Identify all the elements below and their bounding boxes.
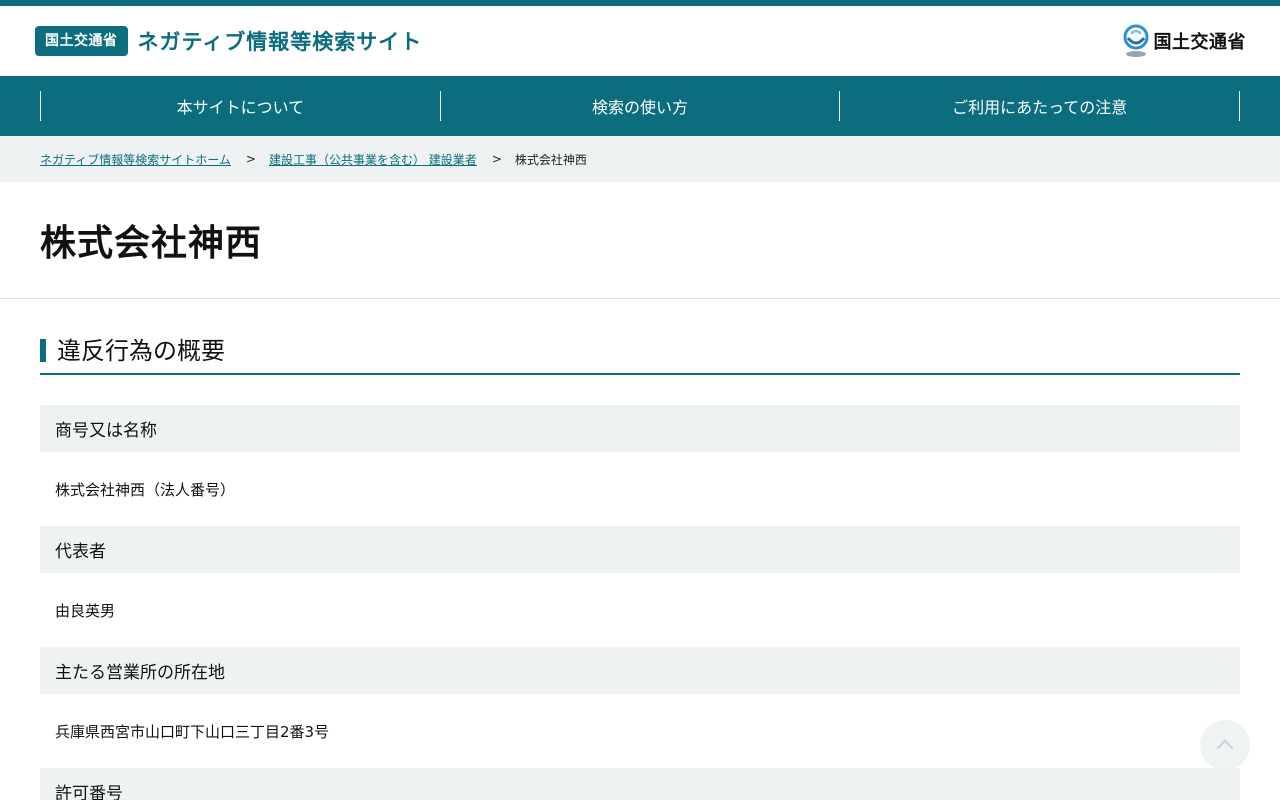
nav-item-how-to-search[interactable]: 検索の使い方 bbox=[439, 91, 840, 121]
info-label-representative: 代表者 bbox=[40, 526, 1240, 573]
info-value-representative: 由良英男 bbox=[55, 601, 116, 620]
ministry-badge: 国土交通省 bbox=[35, 26, 128, 56]
site-header: 国土交通省 ネガティブ情報等検索サイト 国土交通省 bbox=[0, 6, 1280, 76]
site-logo-link[interactable]: 国土交通省 ネガティブ情報等検索サイト bbox=[35, 26, 422, 56]
breadcrumb-current: 株式会社神西 bbox=[514, 152, 587, 167]
nav-item-about[interactable]: 本サイトについて bbox=[40, 91, 440, 121]
site-title: ネガティブ情報等検索サイト bbox=[137, 30, 423, 54]
breadcrumb-home-link[interactable]: ネガティブ情報等検索サイトホーム bbox=[40, 151, 231, 168]
info-list: 商号又は名称 株式会社神西（法人番号） 代表者 由良英男 主たる営業所の所在地 … bbox=[40, 405, 1240, 800]
info-label-main-office: 主たる営業所の所在地 bbox=[40, 647, 1240, 694]
section-heading: 違反行為の概要 bbox=[40, 338, 1240, 375]
info-label-company-name: 商号又は名称 bbox=[40, 405, 1240, 452]
global-nav: 本サイトについて 検索の使い方 ご利用にあたっての注意 bbox=[0, 76, 1280, 136]
breadcrumb-separator: > bbox=[491, 152, 502, 166]
mlit-emblem-icon bbox=[1123, 24, 1148, 57]
violation-summary-section: 違反行為の概要 商号又は名称 株式会社神西（法人番号） 代表者 由良英男 主たる… bbox=[0, 299, 1280, 800]
breadcrumb: ネガティブ情報等検索サイトホーム > 建設工事（公共事業を含む） 建設業者 > … bbox=[0, 136, 1280, 182]
mlit-logo-link[interactable]: 国土交通省 bbox=[1122, 24, 1247, 58]
chevron-up-icon bbox=[1216, 739, 1234, 757]
page-title: 株式会社神西 bbox=[40, 223, 263, 264]
info-value-company-name: 株式会社神西（法人番号） bbox=[55, 480, 236, 499]
info-value-main-office: 兵庫県西宮市山口町下山口三丁目2番3号 bbox=[55, 722, 330, 741]
info-label-license-number: 許可番号 bbox=[40, 768, 1240, 800]
mlit-logo-text: 国土交通省 bbox=[1153, 32, 1246, 53]
nav-item-notes[interactable]: ご利用にあたっての注意 bbox=[839, 91, 1241, 121]
page-title-area: 株式会社神西 bbox=[0, 182, 1280, 299]
breadcrumb-category-link[interactable]: 建設工事（公共事業を含む） 建設業者 bbox=[269, 151, 477, 168]
page-top-button[interactable] bbox=[1200, 720, 1250, 770]
breadcrumb-separator: > bbox=[245, 152, 256, 166]
